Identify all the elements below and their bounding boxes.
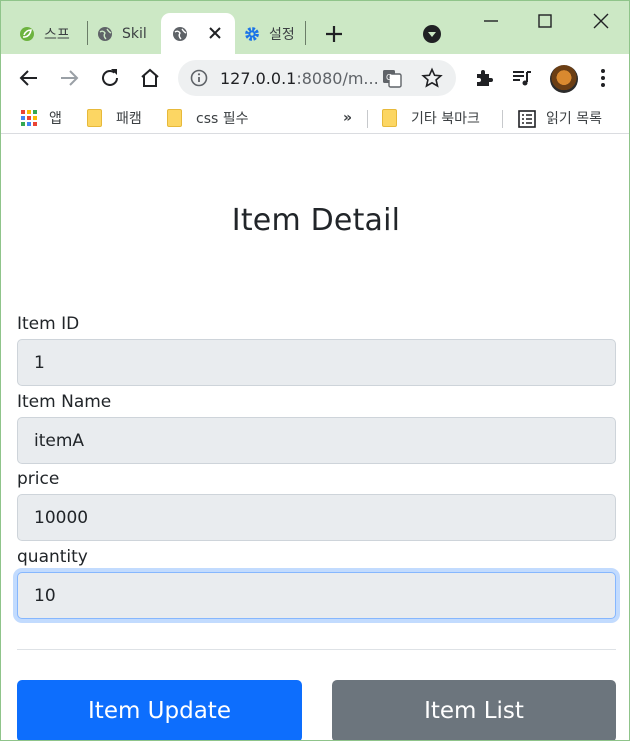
- globe-icon: [172, 26, 188, 42]
- minimize-icon[interactable]: [479, 9, 503, 33]
- item-list-button[interactable]: Item List: [332, 680, 616, 740]
- quantity-field[interactable]: 10: [17, 572, 616, 619]
- home-icon[interactable]: [138, 66, 162, 90]
- reload-icon[interactable]: [98, 66, 122, 90]
- bookmark-label: 기타 북마크: [411, 111, 480, 127]
- price-field[interactable]: 10000: [17, 494, 616, 541]
- bookmark-label: 읽기 목록: [546, 111, 602, 127]
- bookmarks-overflow[interactable]: »: [343, 102, 352, 134]
- url-rest: :8080/m...: [296, 69, 379, 88]
- url-text: 127.0.0.1:8080/m...: [220, 69, 379, 88]
- svg-text:G: G: [386, 73, 392, 82]
- divider: [17, 649, 616, 650]
- reading-list[interactable]: 읽기 목록: [518, 102, 602, 134]
- info-icon[interactable]: [190, 69, 208, 87]
- bookmark-folder[interactable]: css 필수: [167, 102, 249, 134]
- apps-grid-icon: [21, 110, 37, 126]
- forward-icon[interactable]: [57, 66, 81, 90]
- more-menu-icon[interactable]: [591, 66, 615, 90]
- address-bar[interactable]: 127.0.0.1:8080/m... G: [178, 60, 456, 96]
- extensions-icon[interactable]: [472, 66, 496, 90]
- item-name-label: Item Name: [17, 392, 112, 412]
- bookmark-label: 앱: [49, 111, 62, 127]
- close-tab-icon[interactable]: [207, 25, 223, 41]
- media-control-icon[interactable]: [510, 66, 534, 90]
- gear-icon: [244, 26, 260, 42]
- back-icon[interactable]: [17, 66, 41, 90]
- bookmark-separator: [367, 110, 368, 128]
- bookmark-folder[interactable]: 패캠: [87, 102, 142, 134]
- url-host: 127.0.0.1: [220, 69, 297, 88]
- quantity-label: quantity: [17, 547, 88, 567]
- bookmark-apps[interactable]: 앱: [21, 102, 62, 134]
- price-label: price: [17, 469, 60, 489]
- bookmark-star-icon[interactable]: [421, 67, 443, 89]
- tab-skill[interactable]: Skil: [97, 13, 153, 54]
- tab-search-icon[interactable]: [422, 24, 442, 44]
- tab-active[interactable]: [161, 13, 235, 54]
- tab-separator: [87, 21, 88, 45]
- globe-icon: [97, 26, 113, 42]
- item-name-field[interactable]: itemA: [17, 417, 616, 464]
- browser-toolbar: 127.0.0.1:8080/m... G: [1, 54, 629, 102]
- translate-icon[interactable]: G: [382, 68, 402, 88]
- folder-icon: [87, 109, 102, 127]
- close-window-icon[interactable]: [589, 9, 613, 33]
- tab-spring[interactable]: 스프: [19, 13, 83, 54]
- item-id-field[interactable]: 1: [17, 339, 616, 386]
- tab-title: Skil: [122, 25, 147, 42]
- page-content: Item Detail Item ID 1 Item Name itemA pr…: [1, 135, 629, 740]
- bookmark-label: css 필수: [196, 111, 249, 127]
- new-tab-icon[interactable]: [323, 23, 345, 45]
- bookmark-separator: [502, 110, 503, 128]
- maximize-icon[interactable]: [533, 9, 557, 33]
- page-title: Item Detail: [231, 203, 401, 238]
- folder-icon: [382, 109, 397, 127]
- spring-icon: [19, 26, 35, 42]
- tab-strip: 스프 Skil 설정: [1, 1, 629, 54]
- bookmark-label: 패캠: [116, 111, 142, 127]
- tab-title: 설정: [269, 26, 295, 43]
- tab-settings[interactable]: 설정: [244, 13, 300, 54]
- tab-title: 스프: [44, 26, 70, 43]
- bookmarks-bar: 앱 패캠 css 필수 » 기타 북마크 읽기 목록: [1, 102, 629, 134]
- item-update-button[interactable]: Item Update: [17, 680, 302, 740]
- tab-separator: [305, 21, 306, 45]
- browser-window: 스프 Skil 설정 127.0.0.1:8080/m... G 앱 패캠 cs…: [0, 0, 630, 741]
- profile-avatar[interactable]: [550, 65, 578, 93]
- reading-list-icon: [518, 110, 536, 128]
- bookmark-folder-other[interactable]: 기타 북마크: [382, 102, 480, 134]
- folder-icon: [167, 109, 182, 127]
- item-id-label: Item ID: [17, 314, 80, 334]
